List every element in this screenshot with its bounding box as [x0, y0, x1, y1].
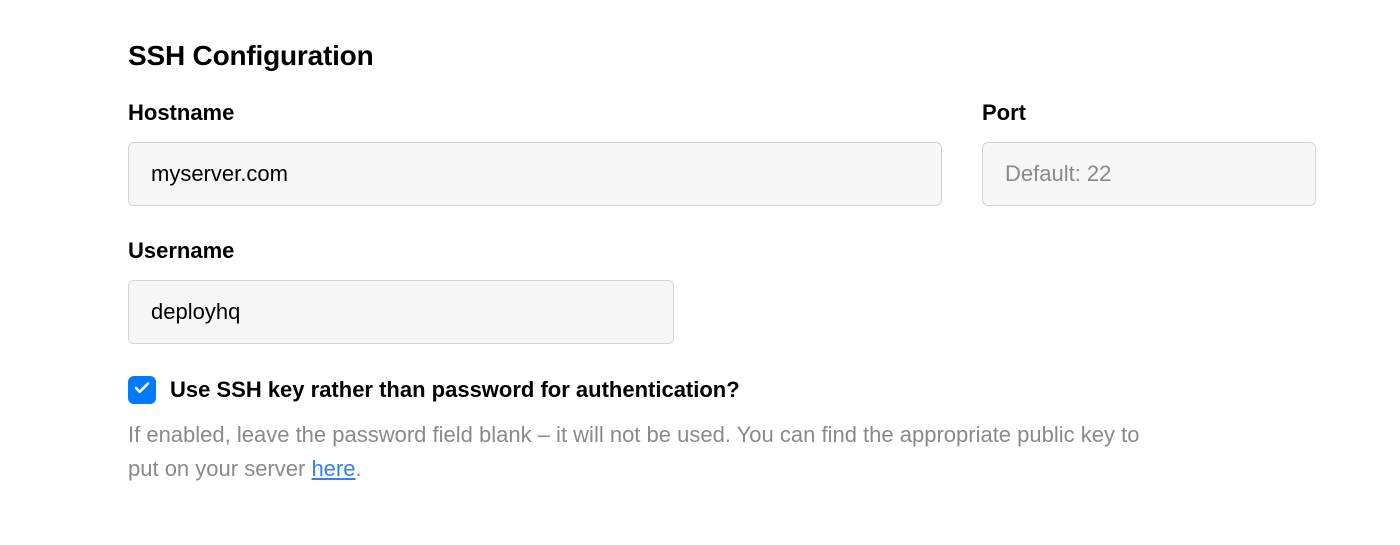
ssh-key-checkbox[interactable] [128, 376, 156, 404]
port-group: Port [982, 100, 1316, 206]
help-text-prefix: If enabled, leave the password field bla… [128, 422, 1139, 481]
hostname-input[interactable] [128, 142, 942, 206]
username-input[interactable] [128, 280, 674, 344]
username-group: Username [128, 238, 674, 344]
form-row-host-port: Hostname Port [128, 100, 1272, 206]
form-row-username: Username [128, 238, 1272, 344]
check-icon [133, 379, 151, 402]
port-label: Port [982, 100, 1316, 126]
port-input[interactable] [982, 142, 1316, 206]
ssh-key-help-text: If enabled, leave the password field bla… [128, 418, 1148, 486]
section-title: SSH Configuration [128, 40, 1272, 72]
ssh-key-checkbox-row: Use SSH key rather than password for aut… [128, 376, 1272, 404]
ssh-key-help-link[interactable]: here [311, 456, 355, 481]
ssh-key-checkbox-label[interactable]: Use SSH key rather than password for aut… [170, 377, 740, 403]
username-label: Username [128, 238, 674, 264]
hostname-group: Hostname [128, 100, 942, 206]
help-text-suffix: . [355, 456, 361, 481]
hostname-label: Hostname [128, 100, 942, 126]
